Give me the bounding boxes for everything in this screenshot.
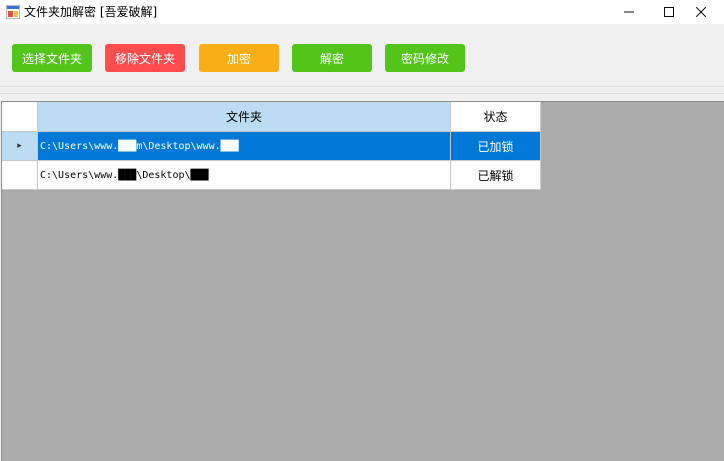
- divider: [0, 93, 724, 94]
- table-row-folder-cell[interactable]: C:\Users\www.███m\Desktop\www.███: [38, 132, 451, 161]
- maximize-icon: [664, 7, 674, 17]
- minimize-icon: [624, 11, 634, 13]
- encrypt-button[interactable]: 加密: [199, 44, 279, 72]
- close-button[interactable]: [678, 0, 724, 24]
- divider: [0, 86, 724, 87]
- column-header-status[interactable]: 状态: [451, 102, 541, 132]
- window-title: 文件夹加解密 [吾爱破解]: [24, 5, 158, 19]
- table-row-folder-cell[interactable]: C:\Users\www.███\Desktop\███: [38, 161, 451, 190]
- column-header-folder[interactable]: 文件夹: [38, 102, 451, 132]
- current-row-indicator-icon: ▸: [17, 141, 22, 151]
- change-password-button[interactable]: 密码修改: [385, 44, 465, 72]
- remove-folder-button[interactable]: 移除文件夹: [105, 44, 185, 72]
- folder-table[interactable]: 文件夹 状态 ▸ C:\Users\www.███m\Desktop\www.█…: [1, 101, 724, 461]
- title-bar: 文件夹加解密 [吾爱破解]: [0, 0, 724, 24]
- decrypt-button[interactable]: 解密: [292, 44, 372, 72]
- toolbar: 选择文件夹 移除文件夹 加密 解密 密码修改: [0, 24, 724, 86]
- table-row-status-cell[interactable]: 已加锁: [451, 132, 541, 161]
- row-header[interactable]: [2, 161, 38, 190]
- table-corner-header[interactable]: [2, 102, 38, 132]
- select-folder-button[interactable]: 选择文件夹: [12, 44, 92, 72]
- table-row-status-cell[interactable]: 已解锁: [451, 161, 541, 190]
- row-header-selected[interactable]: ▸: [2, 132, 38, 161]
- close-icon: [696, 7, 706, 17]
- app-window-icon: [6, 5, 20, 19]
